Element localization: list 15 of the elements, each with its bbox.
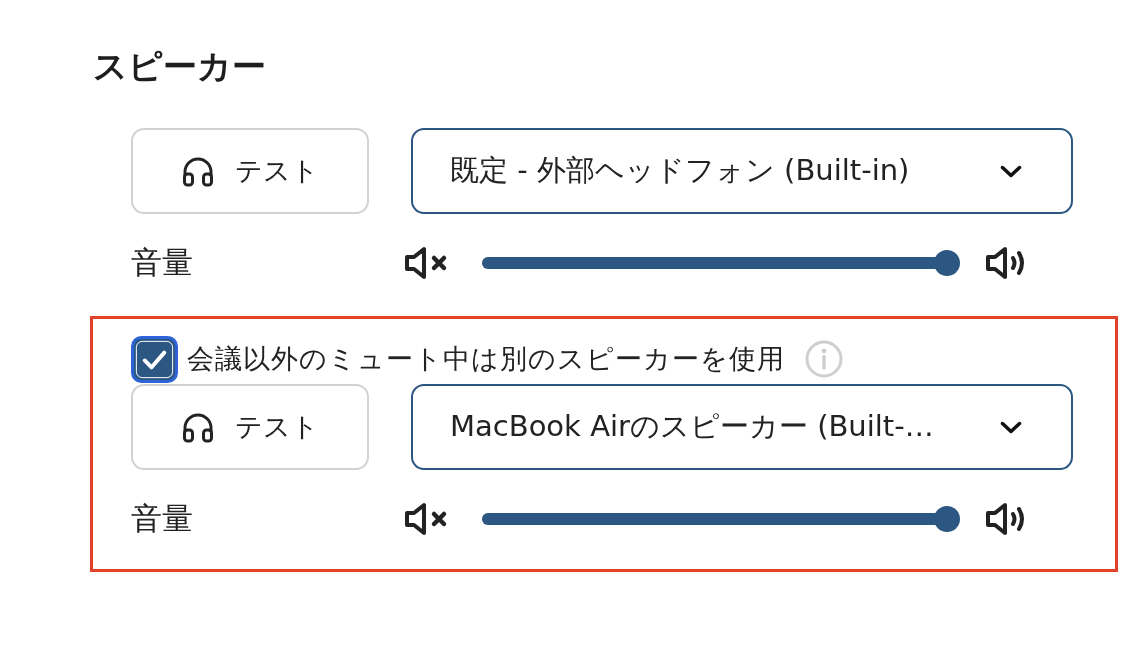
headphones-icon [181, 155, 214, 187]
chevron-down-icon [1000, 420, 1022, 434]
headphones-icon [181, 411, 214, 443]
speaker-mute-icon [404, 502, 448, 536]
volume-label: 音量 [131, 501, 193, 536]
volume-label: 音量 [131, 245, 193, 280]
device-dropdown[interactable]: MacBook Airのスピーカー (Built-… [411, 384, 1073, 470]
device-dropdown[interactable]: 既定 - 外部ヘッドフォン (Built-in) [411, 128, 1073, 214]
checkbox[interactable] [131, 335, 178, 383]
section-title: スピーカー [93, 46, 266, 86]
test-button[interactable]: テスト [131, 128, 369, 214]
test-button[interactable]: テスト [131, 384, 369, 470]
speaker-mute-icon [404, 246, 448, 280]
chevron-down-icon [1000, 164, 1022, 178]
checkbox-label: 会議以外のミュート中は別のスピーカーを使用 [187, 343, 785, 376]
